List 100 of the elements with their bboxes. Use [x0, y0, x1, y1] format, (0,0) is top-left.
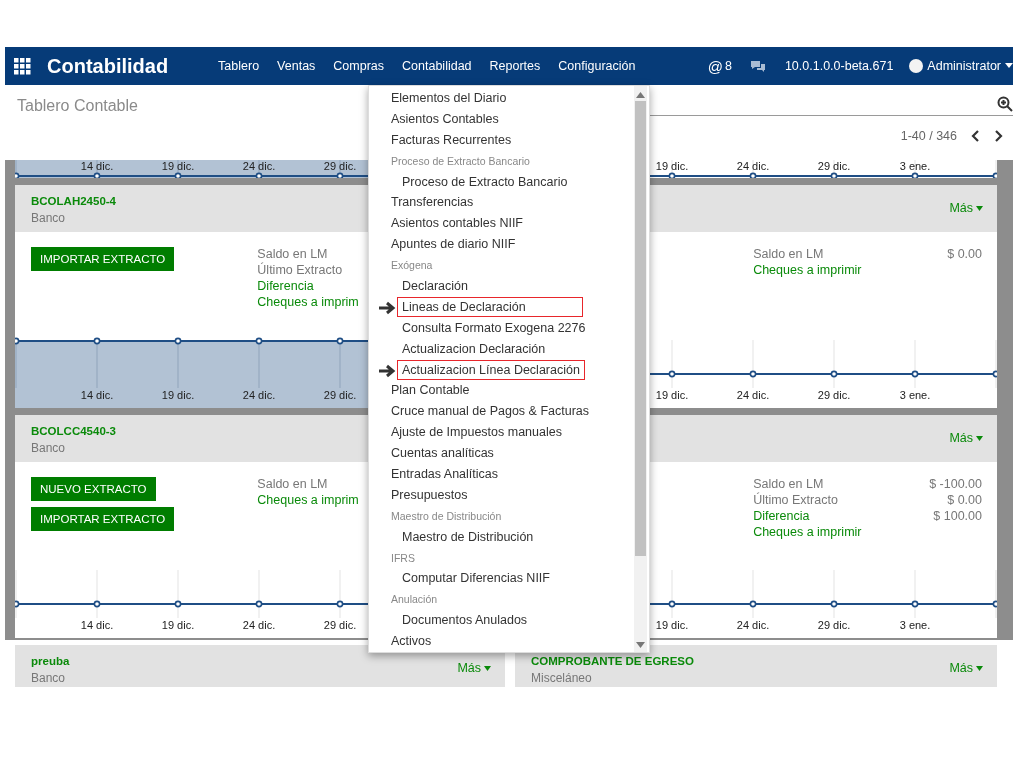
data-point	[668, 370, 676, 378]
data-point	[174, 600, 182, 608]
menu-item[interactable]: Cruce manual de Pagos & Facturas	[386, 401, 595, 422]
menu-item[interactable]: Transferencias	[386, 192, 479, 213]
more-dropdown[interactable]: Más	[949, 661, 973, 675]
stat-link[interactable]: Diferencia	[753, 509, 810, 525]
menu-item[interactable]: Cuentas analíticas	[386, 443, 499, 464]
stat-link[interactable]: Diferencia	[257, 279, 314, 295]
data-point	[911, 600, 919, 608]
journal-type: Misceláneo	[531, 671, 592, 685]
more-dropdown[interactable]: Más	[949, 201, 973, 215]
nav-menu-item[interactable]: Reportes	[489, 59, 541, 73]
next-icon[interactable]	[994, 130, 1003, 142]
journal-type: Banco	[31, 211, 66, 225]
menu-item[interactable]: Facturas Recurrentes	[386, 129, 517, 150]
stat-link[interactable]: Cheques a imprimir	[753, 263, 862, 279]
data-point	[336, 337, 344, 345]
axis-label: 19 dic.	[655, 619, 689, 631]
menu-item[interactable]: Entradas Analíticas	[386, 464, 503, 485]
axis-label: 14 dic.	[80, 389, 114, 401]
axis-label: 29 dic.	[323, 160, 357, 172]
chat-icon[interactable]	[749, 59, 766, 73]
nav-menu-item[interactable]: Configuración	[558, 59, 636, 73]
menu-item[interactable]: Consulta Formato Exogena 2276	[397, 317, 591, 338]
data-point	[93, 172, 101, 178]
data-point	[255, 337, 263, 345]
menu-item[interactable]: Proceso de Extracto Bancario	[397, 171, 573, 192]
pager-value: 1-40 / 346	[900, 129, 957, 143]
axis-label: 14 dic.	[80, 619, 114, 631]
axis-label: 29 dic.	[817, 389, 851, 401]
data-point	[749, 370, 757, 378]
stat-value: $ 0.00	[947, 247, 982, 263]
avatar-icon[interactable]	[909, 59, 924, 73]
menu-section-header: Maestro de Distribución	[390, 508, 503, 524]
stat-value: $ 0.00	[946, 493, 982, 509]
stat-link[interactable]: Cheques a imprimir	[753, 525, 862, 541]
axis-label: 19 dic.	[161, 160, 195, 172]
nav-menu-item[interactable]: Tablero	[218, 59, 260, 73]
menu-item[interactable]: Declaración	[397, 276, 473, 296]
axis-label: 24 dic.	[736, 160, 770, 172]
menu-item[interactable]: Documentos Anulados	[397, 610, 533, 631]
statement-button[interactable]: IMPORTAR EXTRACTO	[31, 507, 175, 531]
data-point	[830, 370, 838, 378]
stat-link[interactable]: Cheques a imprim	[257, 295, 359, 311]
menu-item[interactable]: Maestro de Distribución	[397, 526, 539, 547]
axis-label: 24 dic.	[242, 389, 276, 401]
scroll-down-icon[interactable]	[636, 642, 645, 648]
data-point	[255, 172, 263, 178]
menu-item[interactable]: Ajuste de Impuestos manuales	[386, 422, 567, 443]
menu-item[interactable]: Elementos del Diario	[386, 88, 512, 108]
menu-section-header: IFRS	[390, 550, 416, 566]
nav-menu-item[interactable]: Compras	[333, 59, 385, 73]
stat-label: Saldo en LM	[753, 477, 824, 492]
search-icon[interactable]	[997, 96, 1013, 112]
axis-label: 19 dic.	[161, 619, 195, 631]
stat-label: Último Extracto	[753, 493, 838, 509]
nav-menu-item[interactable]: Contabilidad	[402, 59, 472, 73]
axis-label: 24 dic.	[736, 389, 770, 401]
stat-label: Saldo en LM	[257, 247, 328, 262]
menu-item[interactable]: Actualizacion Línea Declaración	[397, 359, 585, 380]
menu-item[interactable]: Activos	[386, 631, 437, 652]
menu-item[interactable]: Asientos contables NIIF	[386, 213, 528, 234]
caret-icon[interactable]	[1005, 63, 1013, 69]
menu-item[interactable]: Presupuestos	[386, 484, 473, 505]
menu-item[interactable]: Computar Diferencias NIIF	[397, 568, 555, 589]
menu-item[interactable]: Lineas de Declaración	[397, 296, 583, 317]
stat-value: $ -100.00	[929, 477, 982, 493]
more-dropdown[interactable]: Más	[949, 431, 973, 445]
menu-item[interactable]: Apuntes de diario NIIF	[386, 234, 521, 255]
pointer-arrow-icon	[378, 300, 397, 315]
statement-button[interactable]: IMPORTAR EXTRACTO	[31, 247, 175, 271]
axis-label: 29 dic.	[817, 160, 851, 172]
journal-type: Banco	[31, 441, 66, 455]
nav-menu-item[interactable]: Ventas	[277, 59, 316, 73]
scrollbar[interactable]	[634, 86, 647, 652]
pointer-arrow-icon	[378, 363, 397, 378]
user-menu[interactable]: Administrator	[927, 59, 1001, 73]
more-dropdown[interactable]: Más	[457, 661, 481, 675]
axis-label: 3 ene.	[899, 389, 931, 401]
stat-link[interactable]: Cheques a imprim	[257, 493, 359, 509]
menu-item[interactable]: Asientos Contables	[386, 108, 504, 129]
axis-label: 19 dic.	[655, 160, 689, 172]
statement-button[interactable]: NUEVO EXTRACTO	[31, 477, 156, 501]
data-point	[336, 600, 344, 608]
menu-section-header: Exógena	[390, 258, 434, 274]
axis-label: 3 ene.	[899, 160, 931, 172]
axis-label: 24 dic.	[736, 619, 770, 631]
scroll-up-icon[interactable]	[636, 92, 645, 98]
axis-label: 29 dic.	[323, 389, 357, 401]
scrollbar-thumb[interactable]	[635, 101, 646, 556]
version-label: 10.0.1.0.0-beta.671	[784, 59, 894, 73]
menu-item[interactable]: Plan Contable	[386, 380, 475, 401]
journal-title[interactable]: BCOLCC4540-3	[31, 425, 116, 441]
previous-icon[interactable]	[971, 130, 980, 142]
mention-symbol[interactable]: @	[707, 57, 723, 75]
axis-label: 24 dic.	[242, 619, 276, 631]
stat-label: Saldo en LM	[257, 477, 328, 493]
menu-item[interactable]: Actualizacion Declaración	[397, 338, 551, 359]
apps-grid-icon[interactable]	[14, 57, 31, 75]
data-point	[93, 600, 101, 608]
